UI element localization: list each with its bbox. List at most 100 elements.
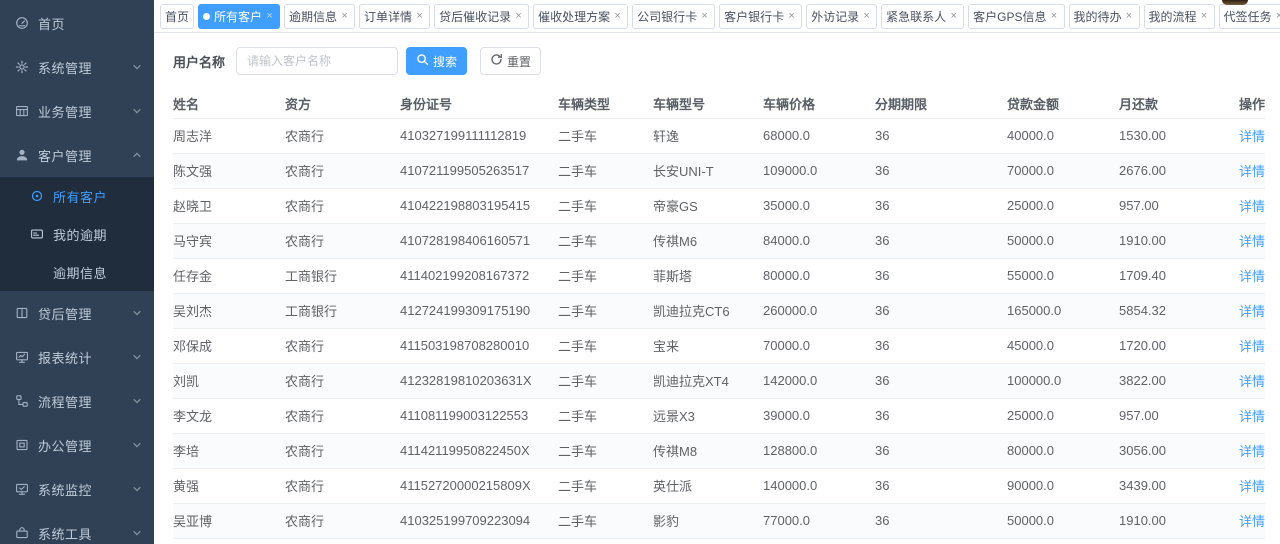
tab-visit-record[interactable]: 外访记录× (806, 4, 877, 29)
sidebar-item-system-monitor[interactable]: 系统监控 (0, 467, 154, 511)
grid-icon (15, 104, 30, 119)
table-cell: 二手车 (558, 293, 653, 328)
office-icon (15, 438, 30, 453)
reset-button-label: 重置 (507, 53, 531, 70)
tab-customer-bank-card[interactable]: 客户银行卡× (719, 4, 802, 29)
detail-link[interactable]: 详情 (1239, 409, 1265, 424)
sidebar-item-overdue-info[interactable]: 逾期信息 (0, 253, 154, 291)
table-cell: 黄强 (173, 468, 285, 503)
close-icon[interactable]: × (1124, 11, 1135, 22)
tab-company-bank-card[interactable]: 公司银行卡× (632, 4, 715, 29)
sidebar-item-business-management[interactable]: 业务管理 (0, 89, 154, 133)
table-cell: 农商行 (285, 433, 400, 468)
close-icon[interactable]: × (786, 11, 797, 22)
table-cell-action (1237, 538, 1265, 544)
book-icon (15, 306, 30, 321)
table-row-partial (173, 538, 1265, 544)
table-cell: 36 (875, 468, 1007, 503)
table-cell: 36 (875, 503, 1007, 538)
table-cell: 二手车 (558, 118, 653, 153)
table-cell: 25000.0 (1007, 398, 1119, 433)
table-cell-action: 详情 (1237, 433, 1265, 468)
sidebar-item-post-loan-management[interactable]: 贷后管理 (0, 291, 154, 335)
table-cell: 二手车 (558, 223, 653, 258)
detail-link[interactable]: 详情 (1239, 164, 1265, 179)
tab-label: 贷后催收记录 (439, 8, 511, 25)
detail-link[interactable]: 详情 (1239, 269, 1265, 284)
tab-label: 公司银行卡 (637, 8, 697, 25)
table-cell: 410728198406160571 (400, 223, 558, 258)
tab-home[interactable]: 首页 (160, 4, 194, 29)
column-header: 车辆型号 (653, 89, 763, 118)
detail-link[interactable]: 详情 (1239, 129, 1265, 144)
table-cell-action: 详情 (1237, 258, 1265, 293)
tab-label: 我的待办 (1074, 8, 1122, 25)
sidebar-item-process-management[interactable]: 流程管理 (0, 379, 154, 423)
table-cell: 农商行 (285, 153, 400, 188)
table-cell: 邓保成 (173, 328, 285, 363)
column-header: 身份证号 (400, 89, 558, 118)
tab-overdue-info[interactable]: 逾期信息× (284, 4, 355, 29)
table-cell: 二手车 (558, 363, 653, 398)
table-cell (285, 538, 400, 544)
tab-my-process[interactable]: 我的流程× (1144, 4, 1215, 29)
close-icon[interactable]: × (414, 11, 425, 22)
close-icon[interactable]: × (339, 11, 350, 22)
tab-delegate-sign-task[interactable]: 代签任务× (1219, 4, 1280, 29)
avatar-sliver[interactable] (1222, 0, 1248, 5)
table-cell: 41142119950822450X (400, 433, 558, 468)
table-cell: 36 (875, 363, 1007, 398)
close-icon[interactable]: × (1274, 11, 1280, 22)
close-icon[interactable]: × (699, 11, 710, 22)
sidebar-item-system-management[interactable]: 系统管理 (0, 45, 154, 89)
tab-collection-plan[interactable]: 催收处理方案× (533, 4, 628, 29)
detail-link[interactable]: 详情 (1239, 514, 1265, 529)
sidebar-item-all-customers[interactable]: 所有客户 (0, 177, 154, 215)
sidebar-item-system-tools[interactable]: 系统工具 (0, 511, 154, 544)
chevron-down-icon (132, 528, 142, 538)
table-cell: 菲斯塔 (653, 258, 763, 293)
table-cell: 二手车 (558, 188, 653, 223)
table-cell: 411503198708280010 (400, 328, 558, 363)
detail-link[interactable]: 详情 (1239, 339, 1265, 354)
detail-link[interactable]: 详情 (1239, 304, 1265, 319)
sidebar-item-home[interactable]: 首页 (0, 1, 154, 45)
tab-my-todo[interactable]: 我的待办× (1069, 4, 1140, 29)
close-icon[interactable]: × (513, 11, 524, 22)
table-cell: 农商行 (285, 398, 400, 433)
customer-name-input[interactable] (236, 47, 398, 75)
tab-label: 外访记录 (811, 8, 859, 25)
table-cell: 3439.00 (1119, 468, 1237, 503)
close-icon[interactable]: × (1199, 11, 1210, 22)
detail-link[interactable]: 详情 (1239, 444, 1265, 459)
close-icon[interactable]: × (948, 11, 959, 22)
sidebar-item-label: 系统工具 (38, 524, 132, 543)
tab-customer-gps-info[interactable]: 客户GPS信息× (968, 4, 1064, 29)
tab-all-customers[interactable]: 所有客户× (198, 4, 280, 29)
tab-emergency-contact[interactable]: 紧急联系人× (881, 4, 964, 29)
search-button[interactable]: 搜索 (406, 47, 467, 75)
tab-order-detail[interactable]: 订单详情× (359, 4, 430, 29)
sidebar-item-office-management[interactable]: 办公管理 (0, 423, 154, 467)
tab-post-loan-collection-record[interactable]: 贷后催收记录× (434, 4, 529, 29)
detail-link[interactable]: 详情 (1239, 234, 1265, 249)
column-header: 操作 (1237, 89, 1265, 118)
tab-label: 代签任务 (1224, 8, 1272, 25)
table-cell (1119, 538, 1237, 544)
sidebar-item-report-statistics[interactable]: 报表统计 (0, 335, 154, 379)
submenu-customer-management: 所有客户我的逾期逾期信息 (0, 177, 154, 291)
close-icon[interactable]: × (612, 11, 623, 22)
detail-link[interactable]: 详情 (1239, 199, 1265, 214)
table-row: 马守宾农商行410728198406160571二手车传祺M684000.036… (173, 223, 1265, 258)
sidebar-item-my-overdue[interactable]: 我的逾期 (0, 215, 154, 253)
table-cell: 吴亚博 (173, 503, 285, 538)
close-icon[interactable]: × (861, 11, 872, 22)
sidebar-item-customer-management[interactable]: 客户管理 (0, 133, 154, 177)
detail-link[interactable]: 详情 (1239, 374, 1265, 389)
close-icon[interactable]: × (1049, 11, 1060, 22)
search-field-label: 用户名称 (173, 52, 225, 71)
sidebar-item-label: 客户管理 (38, 146, 132, 165)
detail-link[interactable]: 详情 (1239, 479, 1265, 494)
close-icon[interactable]: × (264, 11, 275, 22)
reset-button[interactable]: 重置 (480, 47, 541, 75)
